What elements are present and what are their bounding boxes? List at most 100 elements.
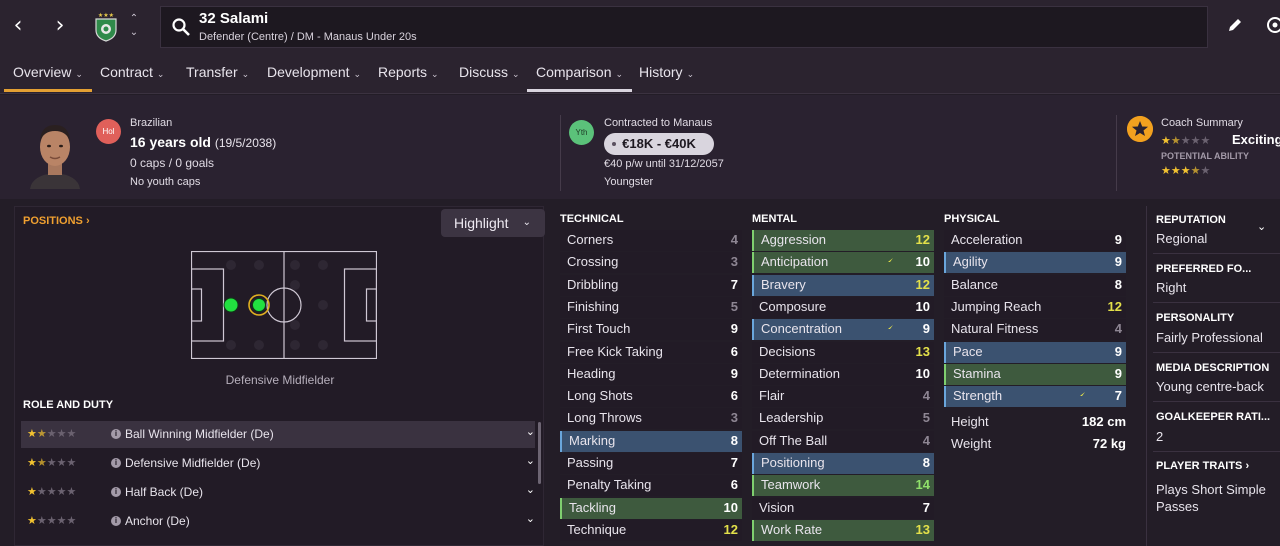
globe-icon[interactable] bbox=[1266, 16, 1280, 34]
divider bbox=[1153, 253, 1280, 254]
media-description-title: MEDIA DESCRIPTION bbox=[1156, 362, 1270, 374]
search-box[interactable]: 32 Salami Defender (Centre) / DM - Manau… bbox=[160, 6, 1208, 48]
potential-ability-stars: ★★★★★ bbox=[1161, 164, 1211, 177]
attribute-row[interactable]: Pace 9 bbox=[944, 341, 1126, 363]
attribute-row[interactable]: Teamwork 14 bbox=[752, 475, 934, 497]
attribute-name: Free Kick Taking bbox=[567, 343, 663, 359]
role-row[interactable]: ★★★★★ i Half Back (De) ⌄ bbox=[21, 479, 535, 506]
attribute-name: Determination bbox=[759, 365, 840, 381]
attribute-row[interactable]: Corners 4 bbox=[560, 230, 742, 251]
preferred-foot-value: Right bbox=[1156, 280, 1187, 295]
back-arrow-icon[interactable]: ‹ bbox=[6, 12, 30, 40]
tab-overview[interactable]: Overview ⌄ bbox=[4, 52, 92, 92]
player-avatar bbox=[30, 125, 80, 189]
attribute-value: 8 bbox=[922, 455, 930, 470]
highlight-dropdown[interactable]: Highlight ⌄ bbox=[441, 209, 545, 237]
preferred-foot-title: PREFERRED FO... bbox=[1156, 263, 1252, 275]
attribute-row[interactable]: Crossing 3 bbox=[560, 252, 742, 274]
chevron-down-icon[interactable]: ⌄ bbox=[526, 512, 535, 525]
info-icon[interactable]: i bbox=[111, 487, 121, 497]
role-row[interactable]: ★★★★★ i Anchor (De) ⌄ bbox=[21, 508, 535, 535]
attribute-row[interactable]: Off The Ball 4 bbox=[752, 430, 934, 452]
attribute-value: 9 bbox=[1114, 343, 1122, 359]
role-row[interactable]: ★★★★★ i Defensive Midfielder (De) ⌄ bbox=[21, 450, 535, 477]
dot-icon bbox=[612, 142, 616, 146]
attribute-row[interactable]: Natural Fitness 4 bbox=[944, 319, 1126, 341]
attribute-name: Off The Ball bbox=[759, 432, 828, 448]
info-icon[interactable]: i bbox=[111, 458, 121, 468]
attribute-row[interactable]: Leadership 5 bbox=[752, 408, 934, 430]
youth-caps: No youth caps bbox=[130, 176, 201, 188]
attribute-row[interactable]: Technique 12 bbox=[560, 519, 742, 541]
attribute-name: Marking bbox=[569, 432, 616, 448]
attribute-row[interactable]: Vision 7 bbox=[752, 497, 934, 519]
attribute-name: Strength bbox=[953, 388, 1003, 404]
attribute-row[interactable]: Determination 10 bbox=[752, 363, 934, 385]
attribute-row[interactable]: Jumping Reach 12 bbox=[944, 296, 1126, 318]
attribute-value: 3 bbox=[730, 410, 738, 426]
club-badge-icon[interactable]: ★★★ bbox=[92, 10, 120, 42]
attribute-row[interactable]: Concentration 9 bbox=[752, 319, 934, 341]
attribute-row[interactable]: Long Throws 3 bbox=[560, 408, 742, 430]
attribute-row[interactable]: Flair 4 bbox=[752, 386, 934, 408]
attribute-value: 9 bbox=[922, 321, 930, 337]
positions-link[interactable]: POSITIONS › bbox=[23, 215, 90, 227]
trend-up-arrow-icon bbox=[883, 258, 893, 267]
forward-arrow-icon[interactable]: › bbox=[48, 12, 72, 40]
attribute-value: 9 bbox=[730, 365, 738, 381]
roles-scrollbar[interactable] bbox=[538, 422, 541, 484]
attribute-row[interactable]: Long Shots 6 bbox=[560, 386, 742, 408]
attribute-row[interactable]: Work Rate 13 bbox=[752, 519, 934, 541]
attribute-row[interactable]: Tackling 10 bbox=[560, 497, 742, 519]
attribute-row[interactable]: Agility 9 bbox=[944, 252, 1126, 274]
tab-comparison[interactable]: Comparison ⌄ bbox=[527, 52, 633, 92]
info-icon[interactable]: i bbox=[111, 516, 121, 526]
attribute-row[interactable]: Balance 8 bbox=[944, 274, 1126, 296]
chevron-down-icon[interactable]: ⌄ bbox=[526, 425, 535, 438]
role-row[interactable]: ★★★★★ i Ball Winning Midfielder (De) ⌄ bbox=[21, 421, 535, 448]
attribute-row[interactable]: First Touch 9 bbox=[560, 319, 742, 341]
attribute-row[interactable]: Bravery 12 bbox=[752, 274, 934, 296]
attribute-row[interactable]: Passing 7 bbox=[560, 453, 742, 474]
attribute-row[interactable]: Composure 10 bbox=[752, 296, 934, 318]
player-traits-link[interactable]: PLAYER TRAITS › bbox=[1156, 460, 1249, 472]
attribute-name: Dribbling bbox=[567, 276, 619, 292]
attribute-row[interactable]: Penalty Taking 6 bbox=[560, 475, 742, 497]
chevron-down-icon[interactable]: ⌄ bbox=[1257, 220, 1266, 233]
attribute-row[interactable]: Positioning 8 bbox=[752, 453, 934, 474]
age-line: 16 years old (19/5/2038) bbox=[130, 134, 276, 150]
attribute-row[interactable]: Dribbling 7 bbox=[560, 274, 742, 296]
attribute-name: Penalty Taking bbox=[567, 477, 652, 493]
player-switcher-icon[interactable]: ⌃ ⌄ bbox=[127, 12, 141, 42]
tab-history[interactable]: History ⌄ bbox=[630, 52, 703, 92]
role-stars: ★★★★★ bbox=[27, 485, 77, 498]
attribute-row[interactable]: Free Kick Taking 6 bbox=[560, 341, 742, 363]
attribute-row[interactable]: Aggression 12 bbox=[752, 230, 934, 251]
personality-value: Fairly Professional bbox=[1156, 330, 1263, 345]
age: 16 years old bbox=[130, 134, 211, 150]
value-range-pill[interactable]: €18K - €40K bbox=[604, 133, 714, 155]
tab-transfer[interactable]: Transfer ⌄ bbox=[177, 52, 258, 92]
tab-discuss[interactable]: Discuss ⌄ bbox=[450, 52, 529, 92]
tab-development[interactable]: Development ⌄ bbox=[258, 52, 370, 92]
attribute-row[interactable]: Finishing 5 bbox=[560, 296, 742, 318]
attribute-row[interactable]: Anticipation 10 bbox=[752, 252, 934, 274]
player-subtitle: Defender (Centre) / DM - Manaus Under 20… bbox=[199, 31, 417, 43]
attribute-row[interactable]: Acceleration 9 bbox=[944, 230, 1126, 251]
chevron-down-icon[interactable]: ⌄ bbox=[526, 454, 535, 467]
attribute-name: Natural Fitness bbox=[951, 321, 1039, 337]
info-icon[interactable]: i bbox=[111, 429, 121, 439]
attribute-row[interactable]: Strength 7 bbox=[944, 386, 1126, 408]
tab-contract[interactable]: Contract ⌄ bbox=[91, 52, 173, 92]
attribute-row[interactable]: Stamina 9 bbox=[944, 363, 1126, 385]
attribute-value: 7 bbox=[1114, 388, 1122, 404]
reputation-title: REPUTATION bbox=[1156, 214, 1226, 226]
chevron-down-icon[interactable]: ⌄ bbox=[526, 483, 535, 496]
attribute-row[interactable]: Marking 8 bbox=[560, 430, 742, 452]
attribute-row[interactable]: Decisions 13 bbox=[752, 341, 934, 363]
coach-verdict: Exciting bbox=[1232, 132, 1280, 147]
search-icon[interactable] bbox=[171, 17, 191, 37]
tab-reports[interactable]: Reports ⌄ bbox=[369, 52, 448, 92]
edit-icon[interactable] bbox=[1226, 16, 1244, 34]
attribute-row[interactable]: Heading 9 bbox=[560, 363, 742, 385]
